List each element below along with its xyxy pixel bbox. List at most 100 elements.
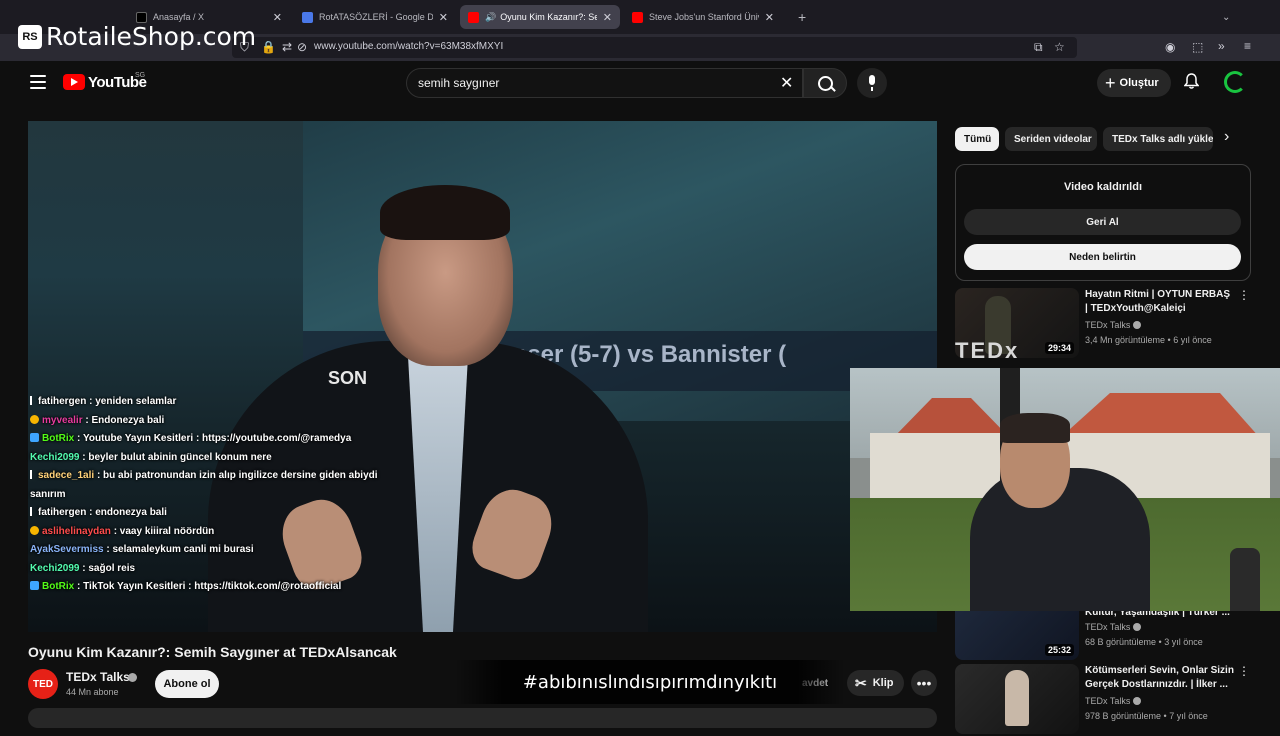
new-tab-icon[interactable]: + [790,5,814,29]
chat-message: BotRix : TikTok Yayın Kesitleri : https:… [30,578,390,597]
voice-search-icon[interactable] [857,68,887,98]
hamburger-menu-icon[interactable]: ≡ [1244,39,1251,53]
recommended-video[interactable]: Kötümserleri Sevin, Onlar Sizin Gerçek D… [955,664,1275,736]
chat-message: Kechi2099 : beyler bulut abinin güncel k… [30,449,390,468]
description-box[interactable] [28,708,937,728]
duration-badge: 29:34 [1044,342,1074,354]
video-removed-title: Video kaldırıldı [1063,181,1143,193]
chat-text: : beyler bulut abinin güncel konum nere [82,451,272,463]
chat-text: : Youtube Yayın Kesitleri : https://yout… [77,433,352,444]
chat-username[interactable]: AyakSevermiss [30,544,104,555]
chat-username[interactable]: fatihergen [38,396,86,407]
undo-button[interactable]: Geri Al [964,209,1241,235]
clip-button[interactable]: ✂ Klip [847,670,904,696]
bot-badge-icon [30,433,39,442]
live-chat-overlay: fatihergen : yeniden selamlar myvealir : … [30,393,390,597]
chat-text: : Endonezya bali [85,414,165,426]
lock-icon[interactable]: 🔒 [261,40,276,54]
recommended-channel[interactable]: TEDx Talks [1085,320,1142,330]
create-button[interactable]: + Oluştur [1097,69,1171,97]
recommended-title[interactable]: Kötümserleri Sevin, Onlar Sizin Gerçek D… [1085,664,1235,692]
tab-youtube-current[interactable]: 🔊 Oyunu Kim Kazanır?: Semih ✕ [460,5,620,29]
search-value[interactable]: semih saygıner [418,76,499,90]
url-text[interactable]: www.youtube.com/watch?v=63M38xfMXYI [314,41,503,52]
chat-username[interactable]: BotRix [42,433,74,444]
close-tab-icon[interactable]: ✕ [765,11,774,24]
notifications-bell-icon[interactable] [1184,73,1199,89]
chat-username[interactable]: Kechi2099 [30,452,79,463]
video-thumbnail[interactable]: TEDx 29:34 [955,288,1079,358]
channel-avatar[interactable]: TED [28,669,58,699]
webcam-streamer-hair [1000,413,1070,443]
reply-arrow-icon [30,396,35,405]
close-tab-icon[interactable]: ✕ [439,11,448,24]
chat-text: : yeniden selamlar [89,396,177,407]
chat-text: : TikTok Yayın Kesitleri : https://tikto… [77,581,342,592]
verified-check-icon [128,673,137,682]
guide-menu-icon[interactable] [30,75,46,89]
webcam-bottle [1230,548,1260,611]
clear-search-icon[interactable]: ✕ [780,73,793,93]
clip-label: Klip [872,677,894,689]
chevron-right-icon[interactable]: › [1224,128,1229,146]
chip-all[interactable]: Tümü [955,127,999,151]
chat-username[interactable]: myvealir [42,415,83,426]
chat-username[interactable]: fatihergen [38,507,86,518]
chat-message: BotRix : Youtube Yayın Kesitleri : https… [30,430,390,449]
overflow-chevrons-icon[interactable]: » [1218,39,1225,53]
subscribe-button[interactable]: Abone ol [155,670,219,698]
bookmark-star-icon[interactable]: ☆ [1054,40,1065,54]
recommended-title[interactable]: Hayatın Ritmi | OYTUN ERBAŞ | TEDxYouth@… [1085,288,1235,316]
docs-icon [302,11,313,23]
chat-username[interactable]: BotRix [42,581,74,592]
chat-username[interactable]: aslihelinaydan [42,526,111,537]
chat-username[interactable]: sadece_1ali [38,470,94,481]
webcam-overlay [850,368,1280,611]
recommended-channel[interactable]: TEDx Talks [1085,622,1142,632]
account-avatar[interactable] [1224,71,1246,93]
recommended-video[interactable]: TEDx 29:34 Hayatın Ritmi | OYTUN ERBAŞ |… [955,288,1275,360]
tracking-off-icon[interactable]: ⊘ [297,40,307,54]
channel-name[interactable]: TEDx Talks [66,670,130,684]
kebab-menu-icon[interactable]: ⋮ [1238,664,1250,678]
picture-in-picture-icon[interactable]: ⧉ [1034,40,1043,55]
recommended-channel[interactable]: TEDx Talks [1085,696,1142,706]
tab-list-chevron-icon[interactable]: ⌄ [1214,5,1234,29]
verified-check-icon [1133,697,1142,705]
speaker-hair [380,185,510,240]
watermark-logo: RS [18,24,42,49]
permissions-icon[interactable]: ⇄ [282,40,292,54]
scissors-icon: ✂ [855,674,867,691]
tab-title: Oyunu Kim Kazanır?: Semih [500,12,597,22]
plus-icon: + [1105,72,1116,93]
video-thumbnail[interactable] [955,664,1079,734]
chat-message: sadece_1ali : bu abi patronundan izin al… [30,467,390,504]
youtube-logo-icon[interactable] [63,74,85,90]
watermark: RS RotaileShop.com [18,22,256,51]
speaker-icon[interactable]: 🔊 [485,12,496,23]
duration-badge: 25:32 [1044,644,1074,656]
recommended-meta: 3,4 Mn görüntüleme • 6 yıl önce [1085,335,1212,345]
tell-us-why-button[interactable]: Neden belirtin [964,244,1241,270]
chip-channel-uploads[interactable]: TEDx Talks adlı yükle [1103,127,1213,151]
chat-message: AyakSevermiss : selamaleykum canli mi bu… [30,541,390,560]
tab-steve-jobs[interactable]: Steve Jobs'un Stanford Üniversi ✕ [624,5,782,29]
kebab-menu-icon[interactable]: ⋮ [1238,288,1250,302]
search-button[interactable] [803,68,847,98]
chat-text: : sağol reis [82,562,136,574]
verified-check-icon [1133,321,1142,329]
chat-message: myvealir : Endonezya bali [30,412,390,431]
video-title: Oyunu Kim Kazanır?: Semih Saygıner at TE… [28,644,397,660]
close-tab-icon[interactable]: ✕ [273,11,282,24]
x-icon [136,11,147,23]
chip-series[interactable]: Seriden videolar [1005,127,1097,151]
verified-check-icon [1133,623,1142,631]
coin-badge-icon [30,414,39,424]
extension-icon[interactable]: ◉ [1165,40,1175,54]
close-tab-icon[interactable]: ✕ [603,11,612,24]
chat-username[interactable]: Kechi2099 [30,563,79,574]
tab-title: Steve Jobs'un Stanford Üniversi [649,12,759,22]
puzzle-icon[interactable]: ⬚ [1192,40,1203,54]
tab-google-docs[interactable]: RotATASÖZLERİ - Google Dokü ✕ [294,5,456,29]
more-actions-button[interactable]: ••• [911,670,937,696]
